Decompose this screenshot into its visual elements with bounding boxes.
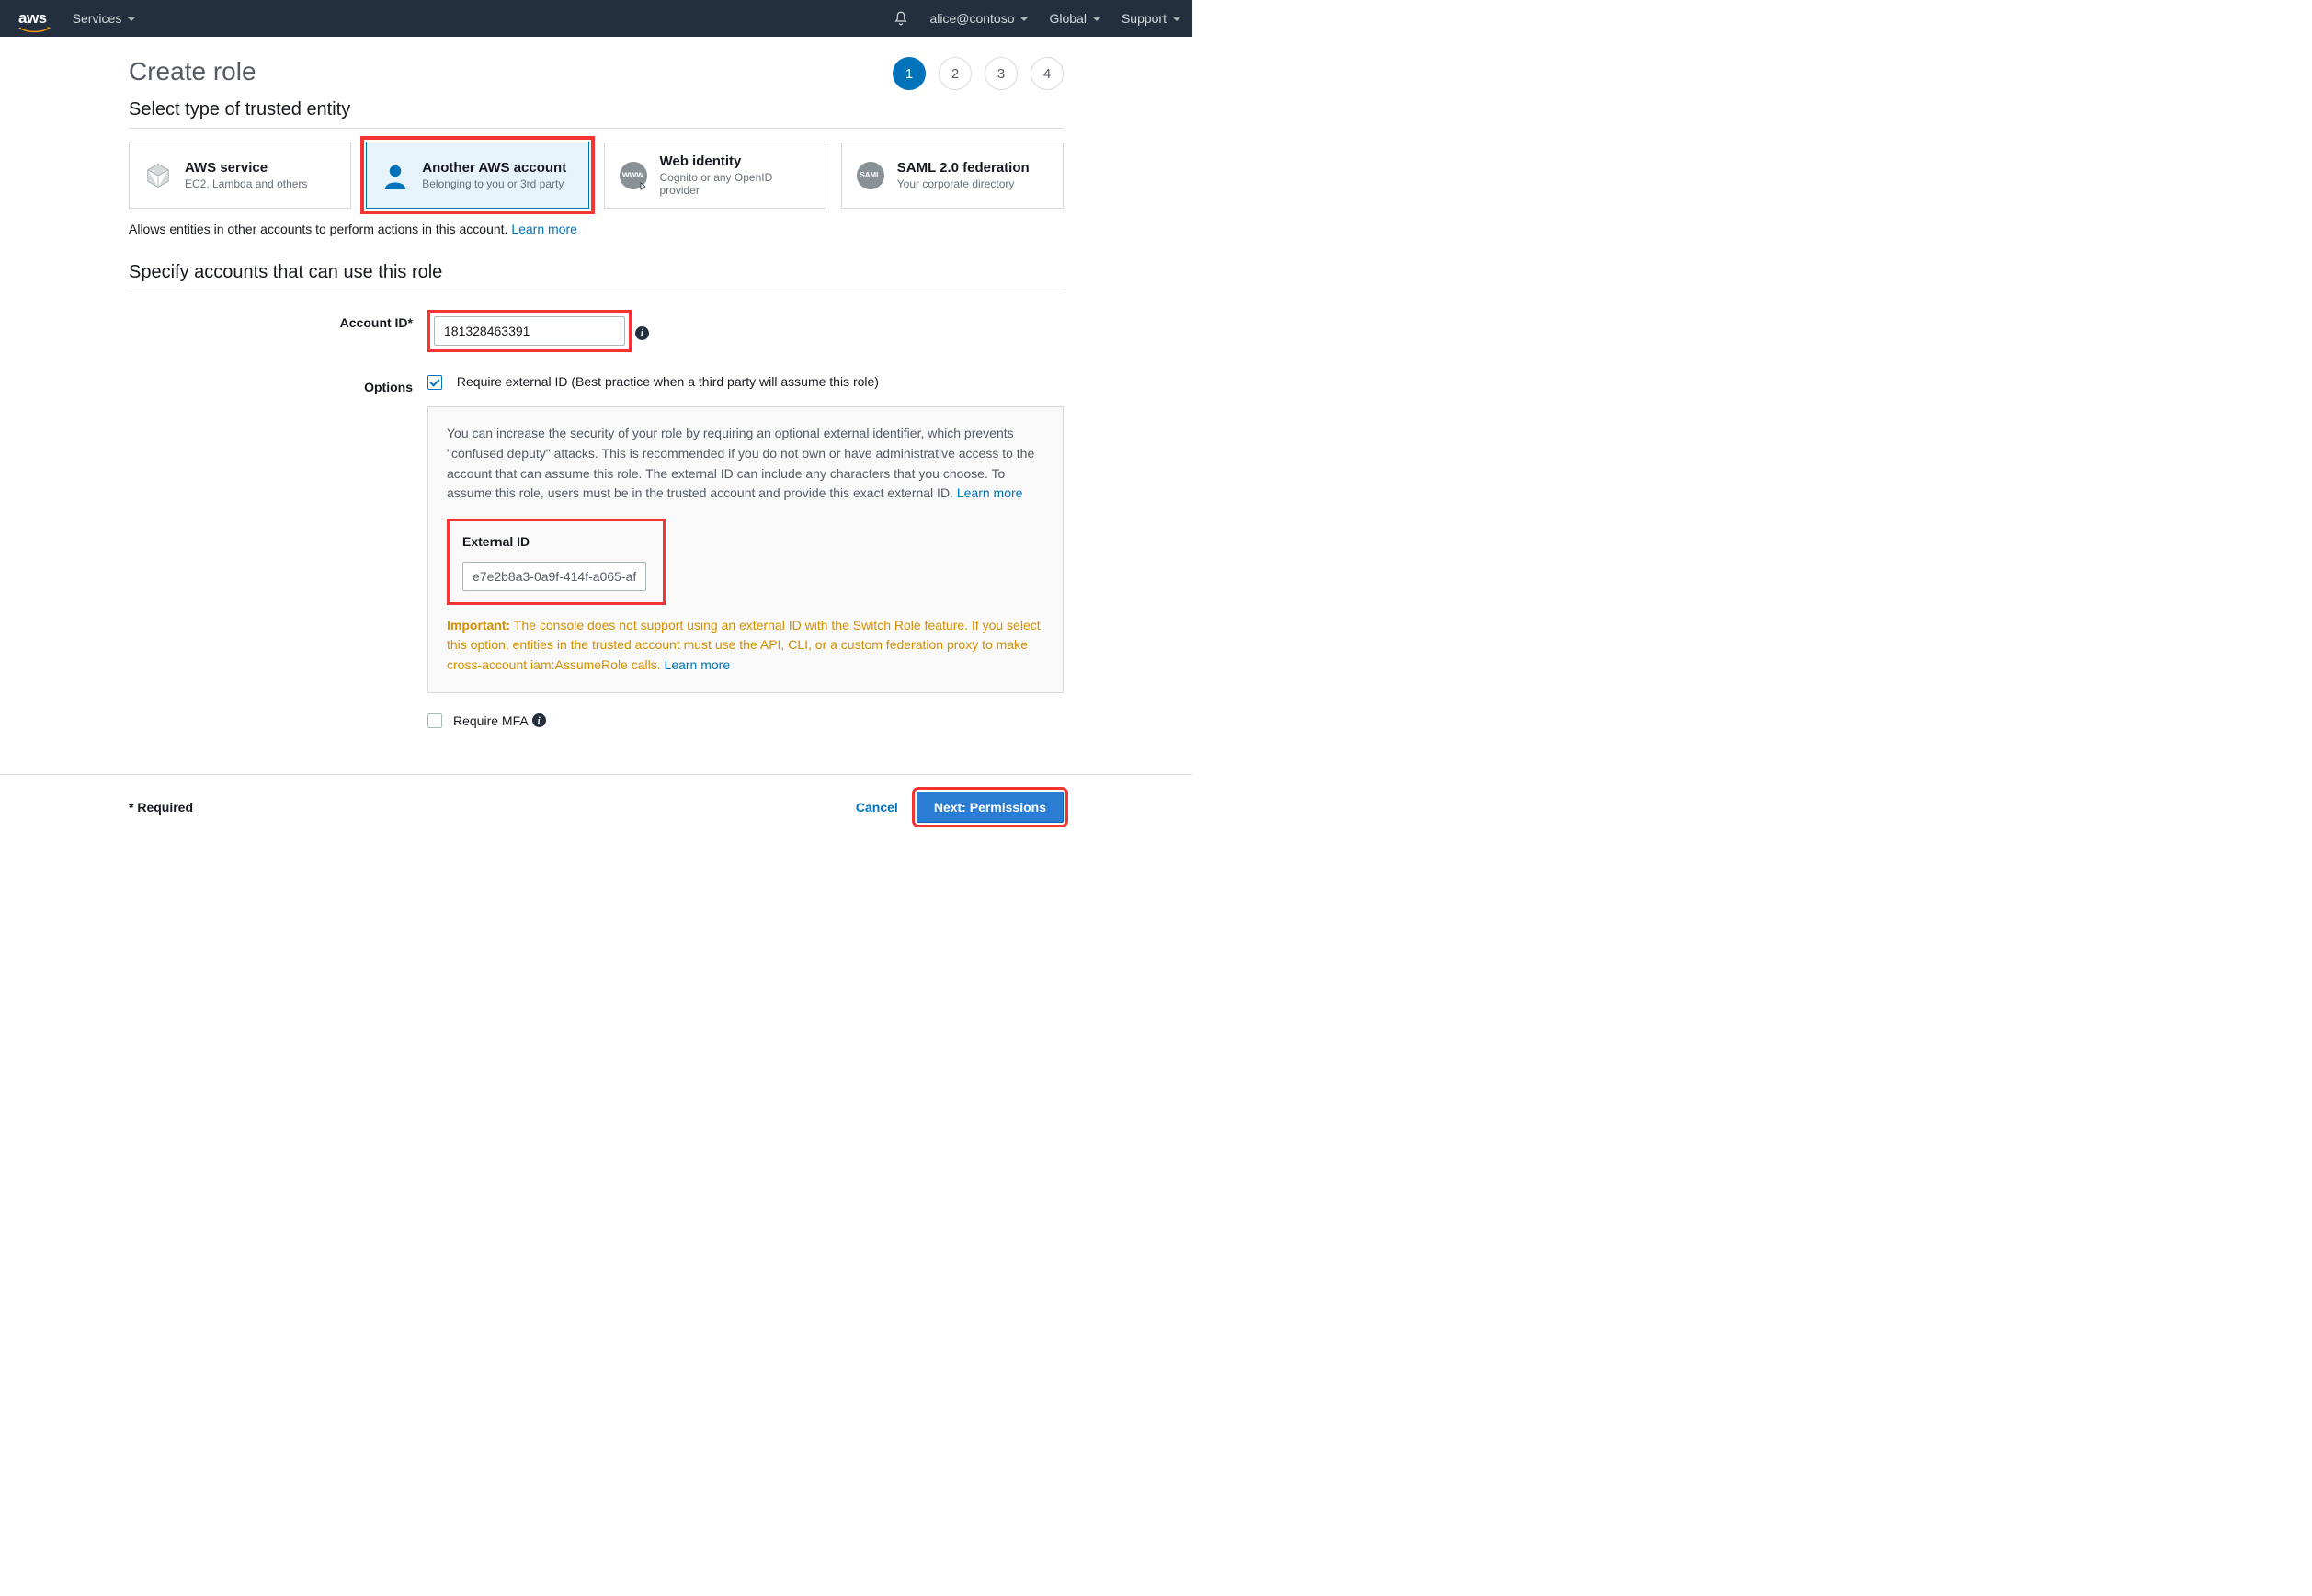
info-icon[interactable]: i xyxy=(635,326,649,340)
aws-logo[interactable]: aws xyxy=(18,9,47,28)
top-nav: aws Services alice@contoso Global Suppor… xyxy=(0,0,1192,37)
step-4[interactable]: 4 xyxy=(1031,57,1064,90)
region-menu[interactable]: Global xyxy=(1049,11,1100,26)
require-mfa-label: Require MFA xyxy=(453,713,529,728)
services-label: Services xyxy=(73,11,122,26)
services-menu[interactable]: Services xyxy=(73,11,137,26)
entity-description: Allows entities in other accounts to per… xyxy=(129,222,1064,236)
require-mfa-checkbox[interactable] xyxy=(427,713,442,728)
entity-web-identity[interactable]: www Web identity Cognito or any OpenID p… xyxy=(604,142,826,209)
entity-another-aws-account[interactable]: Another AWS account Belonging to you or … xyxy=(366,142,588,209)
cube-icon xyxy=(142,160,174,191)
entity-title: Another AWS account xyxy=(422,160,566,176)
trusted-entity-options: AWS service EC2, Lambda and others Anoth… xyxy=(129,142,1064,209)
caret-down-icon xyxy=(1172,17,1181,21)
require-external-id-label: Require external ID (Best practice when … xyxy=(457,374,879,389)
account-id-label: Account ID* xyxy=(129,310,427,330)
learn-more-link[interactable]: Learn more xyxy=(957,485,1023,500)
page-title: Create role xyxy=(129,57,256,86)
step-2[interactable]: 2 xyxy=(939,57,972,90)
important-note: Important: The console does not support … xyxy=(447,616,1044,676)
external-id-input[interactable] xyxy=(462,562,646,591)
cancel-button[interactable]: Cancel xyxy=(856,800,898,815)
external-id-highlight: External ID xyxy=(447,519,666,605)
account-label: alice@contoso xyxy=(929,11,1014,26)
support-label: Support xyxy=(1122,11,1167,26)
require-external-id-checkbox[interactable] xyxy=(427,375,442,390)
saml-icon: SAML xyxy=(855,160,886,191)
www-icon: www xyxy=(618,160,649,191)
entity-sub: Belonging to you or 3rd party xyxy=(422,177,566,190)
wizard-steps: 1 2 3 4 xyxy=(893,57,1064,90)
entity-title: Web identity xyxy=(660,154,813,169)
bell-icon[interactable] xyxy=(893,10,909,27)
next-permissions-button[interactable]: Next: Permissions xyxy=(917,792,1064,823)
options-label: Options xyxy=(129,374,427,394)
info-icon[interactable]: i xyxy=(532,713,546,727)
entity-aws-service[interactable]: AWS service EC2, Lambda and others xyxy=(129,142,351,209)
required-note: * Required xyxy=(129,800,193,815)
caret-down-icon xyxy=(127,17,136,21)
external-id-detail-box: You can increase the security of your ro… xyxy=(427,406,1064,693)
section-trusted-entity-heading: Select type of trusted entity xyxy=(129,99,1064,129)
wizard-footer: * Required Cancel Next: Permissions xyxy=(0,774,1192,839)
entity-saml-federation[interactable]: SAML SAML 2.0 federation Your corporate … xyxy=(841,142,1064,209)
learn-more-link[interactable]: Learn more xyxy=(511,222,577,236)
person-icon xyxy=(380,160,411,191)
entity-sub: Cognito or any OpenID provider xyxy=(660,171,813,197)
aws-smile-icon xyxy=(18,27,51,33)
step-3[interactable]: 3 xyxy=(985,57,1018,90)
step-1[interactable]: 1 xyxy=(893,57,926,90)
region-label: Global xyxy=(1049,11,1086,26)
entity-title: AWS service xyxy=(185,160,307,176)
section-accounts-heading: Specify accounts that can use this role xyxy=(129,262,1064,291)
account-id-highlight xyxy=(427,310,632,352)
external-id-explanation: You can increase the security of your ro… xyxy=(447,426,1034,500)
account-id-input[interactable] xyxy=(434,316,625,346)
entity-sub: EC2, Lambda and others xyxy=(185,177,307,190)
caret-down-icon xyxy=(1019,17,1029,21)
entity-title: SAML 2.0 federation xyxy=(897,160,1030,176)
external-id-label: External ID xyxy=(462,532,650,553)
learn-more-link[interactable]: Learn more xyxy=(665,657,731,672)
account-menu[interactable]: alice@contoso xyxy=(929,11,1029,26)
entity-sub: Your corporate directory xyxy=(897,177,1030,190)
caret-down-icon xyxy=(1092,17,1101,21)
support-menu[interactable]: Support xyxy=(1122,11,1181,26)
page-body: Create role 1 2 3 4 Select type of trust… xyxy=(129,37,1064,728)
